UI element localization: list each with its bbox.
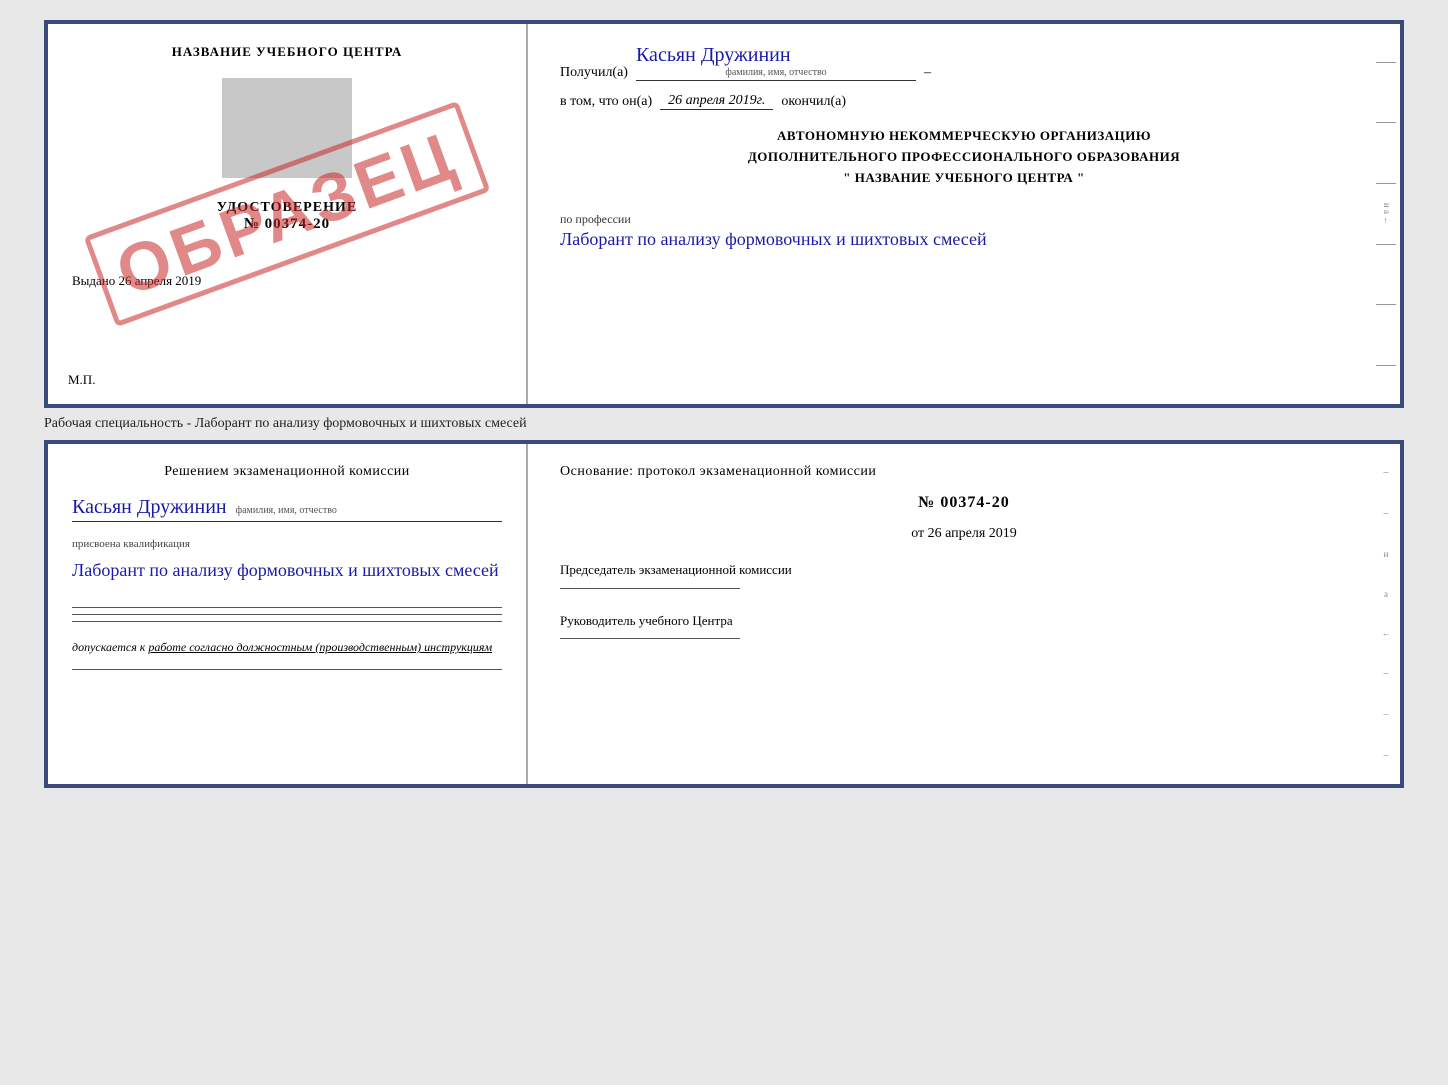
side-marks: – – и а ← – – – (1372, 444, 1400, 784)
protocol-number: № 00374-20 (560, 494, 1368, 512)
deco-line (1376, 244, 1396, 245)
deco-line (1376, 365, 1396, 366)
protocol-date: от 26 апреля 2019 (560, 526, 1368, 542)
date-prefix: в том, что он(а) (560, 94, 652, 110)
bottom-certificate: Решением экзаменационной комиссии Касьян… (44, 440, 1404, 788)
person-subtitle: фамилия, имя, отчество (236, 505, 337, 516)
profession-block: по профессии Лаборант по анализу формово… (560, 212, 1368, 252)
director-label: Руководитель учебного Центра (560, 611, 1368, 631)
profession-label: по профессии (560, 212, 1368, 227)
allow-text: допускается к работе согласно должностны… (72, 640, 502, 655)
allow-main-text: работе согласно должностным (производств… (148, 640, 492, 654)
org-line2: ДОПОЛНИТЕЛЬНОГО ПРОФЕССИОНАЛЬНОГО ОБРАЗО… (560, 147, 1368, 168)
deco-line (1376, 304, 1396, 305)
chairman-sign-line (560, 588, 740, 589)
qualification-value: Лаборант по анализу формовочных и шихтов… (72, 558, 502, 583)
top-cert-right: Получил(а) Касьян Дружинин фамилия, имя,… (528, 24, 1400, 404)
allow-prefix: допускается к (72, 640, 145, 654)
cert-label: УДОСТОВЕРЕНИЕ (217, 200, 357, 216)
person-name-block: Касьян Дружинин фамилия, имя, отчество (72, 496, 502, 522)
received-label: Получил(а) (560, 65, 628, 81)
deco-line (1376, 122, 1396, 123)
photo-placeholder (222, 78, 352, 178)
mp-stamp: М.П. (68, 372, 95, 388)
chairman-label: Председатель экзаменационной комиссии (560, 560, 1368, 580)
sig-line (72, 621, 502, 622)
org-name: " НАЗВАНИЕ УЧЕБНОГО ЦЕНТРА " (560, 168, 1368, 189)
issued-label: Выдано (72, 273, 115, 288)
bottom-cert-right: Основание: протокол экзаменационной коми… (528, 444, 1400, 784)
director-block: Руководитель учебного Центра (560, 611, 1368, 640)
protocol-date-prefix: от (911, 526, 924, 541)
completion-date-line: в том, что он(а) 26 апреля 2019г. окончи… (560, 93, 1368, 110)
protocol-prefix: № (918, 494, 935, 511)
person-name: Касьян Дружинин фамилия, имя, отчество (72, 496, 502, 522)
recipient-subtitle: фамилия, имя, отчество (636, 67, 916, 78)
protocol-number-value: 00374-20 (940, 494, 1009, 511)
cert-number: № 00374-20 (244, 216, 330, 233)
cert-number-prefix: № (244, 216, 260, 232)
top-certificate: НАЗВАНИЕ УЧЕБНОГО ЦЕНТРА УДОСТОВЕРЕНИЕ №… (44, 20, 1404, 408)
org-line1: АВТОНОМНУЮ НЕКОММЕРЧЕСКУЮ ОРГАНИЗАЦИЮ (560, 126, 1368, 147)
chairman-block: Председатель экзаменационной комиссии (560, 560, 1368, 589)
sig-line (72, 614, 502, 615)
qualification-label: присвоена квалификация (72, 538, 502, 550)
right-decorative-lines: и а ← (1372, 24, 1400, 404)
sig-line (72, 607, 502, 608)
basis-title: Основание: протокол экзаменационной коми… (560, 464, 1368, 480)
top-cert-title: НАЗВАНИЕ УЧЕБНОГО ЦЕНТРА (172, 44, 403, 60)
recipient-line: Получил(а) Касьян Дружинин фамилия, имя,… (560, 44, 1368, 81)
org-block: АВТОНОМНУЮ НЕКОММЕРЧЕСКУЮ ОРГАНИЗАЦИЮ ДО… (560, 126, 1368, 188)
protocol-date-value: 26 апреля 2019 (928, 526, 1017, 541)
allow-underline (72, 669, 502, 670)
recipient-name: Касьян Дружинин фамилия, имя, отчество (636, 44, 916, 81)
date-suffix: окончил(а) (781, 94, 846, 110)
bottom-signature-lines (72, 607, 502, 622)
issued-date-line: Выдано 26 апреля 2019 (72, 273, 201, 289)
profession-value: Лаборант по анализу формовочных и шихтов… (560, 227, 1368, 252)
deco-line (1376, 183, 1396, 184)
issued-date-value: 26 апреля 2019 (119, 273, 202, 288)
date-value: 26 апреля 2019г. (660, 93, 773, 110)
commission-title: Решением экзаменационной комиссии (72, 464, 502, 480)
director-sign-line (560, 638, 740, 639)
bottom-cert-left: Решением экзаменационной комиссии Касьян… (48, 444, 528, 784)
top-cert-left: НАЗВАНИЕ УЧЕБНОГО ЦЕНТРА УДОСТОВЕРЕНИЕ №… (48, 24, 528, 404)
specialty-text: Рабочая специальность - Лаборант по анал… (44, 408, 1404, 440)
cert-number-value: 00374-20 (265, 216, 331, 232)
deco-line (1376, 62, 1396, 63)
